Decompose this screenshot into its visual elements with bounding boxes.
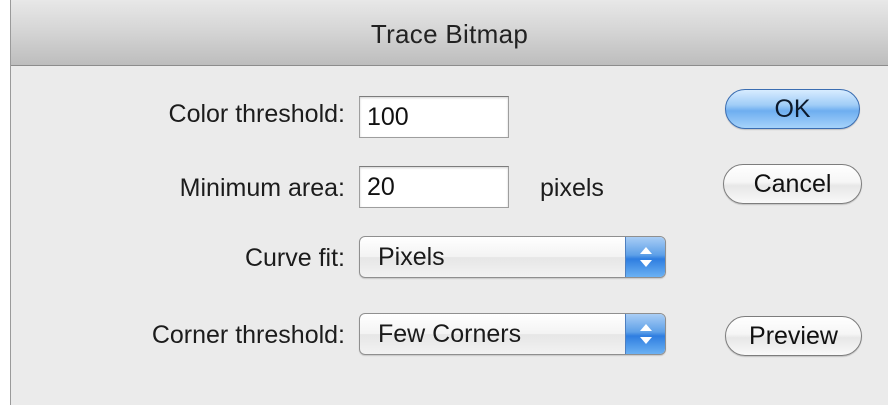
color-threshold-label: Color threshold: bbox=[168, 100, 345, 128]
corner-threshold-stepper-icon bbox=[625, 314, 665, 354]
corner-threshold-popup[interactable]: Few Corners bbox=[359, 313, 666, 355]
minimum-area-field[interactable]: 20 bbox=[359, 166, 509, 208]
curve-fit-popup[interactable]: Pixels bbox=[359, 236, 666, 278]
curve-fit-label: Curve fit: bbox=[244, 244, 345, 272]
minimum-area-unit: pixels bbox=[540, 174, 604, 202]
corner-threshold-label: Corner threshold: bbox=[151, 321, 345, 349]
color-threshold-field[interactable]: 100 bbox=[359, 96, 509, 138]
ok-button[interactable]: OK bbox=[725, 89, 860, 129]
trace-bitmap-dialog: Trace Bitmap Color threshold: 100 Minimu… bbox=[10, 0, 888, 405]
cancel-button[interactable]: Cancel bbox=[723, 164, 862, 204]
dialog-title: Trace Bitmap bbox=[370, 19, 529, 49]
curve-fit-value: Pixels bbox=[378, 243, 445, 271]
curve-fit-stepper-icon bbox=[625, 237, 665, 277]
minimum-area-label: Minimum area: bbox=[179, 174, 345, 202]
corner-threshold-value: Few Corners bbox=[378, 320, 522, 348]
title-bar[interactable]: Trace Bitmap bbox=[11, 0, 888, 66]
preview-button[interactable]: Preview bbox=[725, 316, 862, 356]
